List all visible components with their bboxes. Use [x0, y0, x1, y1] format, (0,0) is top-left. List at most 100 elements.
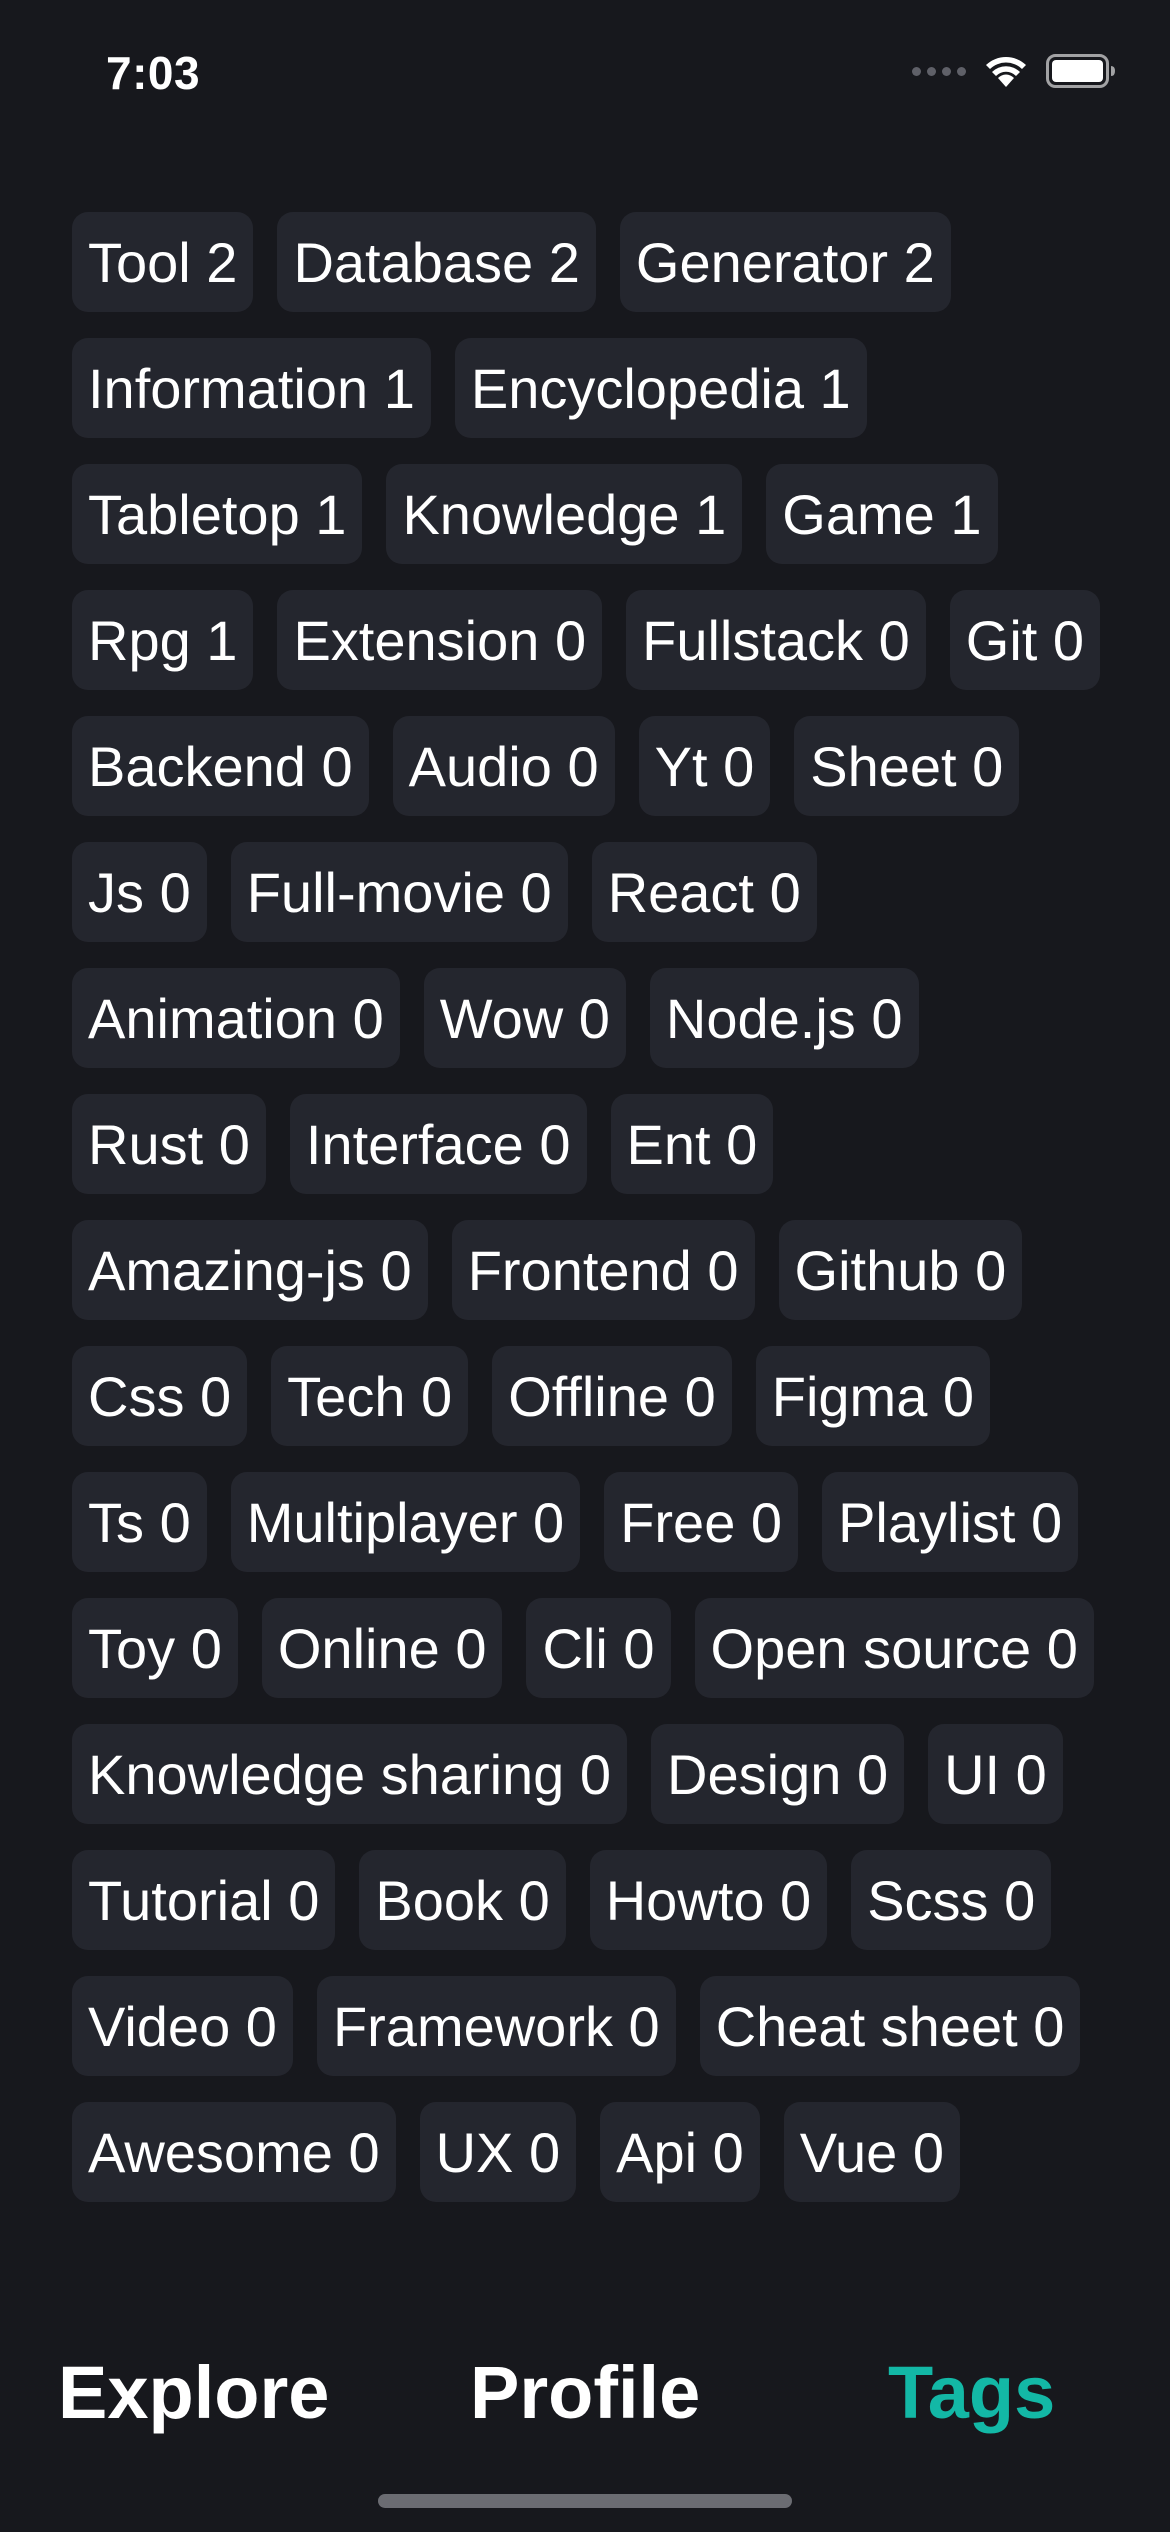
- tag-chip[interactable]: Interface 0: [289, 1094, 587, 1194]
- tag-chip[interactable]: Api 0: [600, 2102, 760, 2202]
- tag-label: Rpg: [88, 608, 191, 672]
- tag-label: Yt: [654, 734, 708, 798]
- tag-label: Scss: [867, 1868, 989, 1932]
- tag-chip[interactable]: Rpg 1: [72, 590, 254, 690]
- tag-chip[interactable]: Vue 0: [783, 2102, 961, 2202]
- tab-tags[interactable]: Tags: [888, 2350, 1055, 2435]
- tags-list[interactable]: Tool 2 Database 2 Generator 2 Information 1 Ency…: [72, 212, 1102, 2288]
- tag-label: Tool: [88, 230, 191, 294]
- tag-count: 0: [1015, 1742, 1047, 1806]
- tag-count: 0: [942, 1364, 975, 1428]
- tag-chip[interactable]: Generator 2: [619, 212, 951, 312]
- tag-count: 0: [623, 1616, 655, 1680]
- tag-label: UX: [435, 2120, 514, 2184]
- tag-chip[interactable]: Extension 0: [277, 590, 603, 690]
- tag-chip[interactable]: Tech 0: [271, 1346, 469, 1446]
- tag-label: Online: [277, 1616, 440, 1680]
- tag-chip[interactable]: Knowledge 1: [386, 464, 743, 564]
- tag-label: Extension: [293, 608, 540, 672]
- tag-chip[interactable]: Book 0: [359, 1850, 566, 1950]
- tag-chip[interactable]: Github 0: [778, 1220, 1023, 1320]
- tag-label: Knowledge: [402, 482, 680, 546]
- tag-chip[interactable]: Design 0: [651, 1724, 905, 1824]
- tag-count: 0: [1046, 1616, 1078, 1680]
- tag-label: Framework: [332, 1994, 613, 2058]
- tag-chip[interactable]: Ent 0: [610, 1094, 774, 1194]
- tag-count: 0: [200, 1364, 232, 1428]
- tag-chip[interactable]: Ts 0: [72, 1472, 207, 1572]
- tag-chip[interactable]: Database 2: [277, 212, 596, 312]
- tag-label: Open source: [710, 1616, 1032, 1680]
- tag-count: 0: [878, 608, 910, 672]
- tag-count: 0: [912, 2120, 945, 2184]
- status-time: 7:03: [106, 47, 201, 99]
- tag-chip[interactable]: Full-movie 0: [230, 842, 568, 942]
- tag-chip[interactable]: Encyclopedia 1: [454, 338, 867, 438]
- wifi-icon: [986, 57, 1026, 87]
- tag-chip[interactable]: Knowledge sharing 0: [72, 1724, 628, 1824]
- tag-count: 0: [455, 1616, 487, 1680]
- tag-chip[interactable]: Animation 0: [72, 968, 400, 1068]
- tag-chip[interactable]: Game 1: [766, 464, 998, 564]
- tag-chip[interactable]: Information 1: [72, 338, 431, 438]
- tag-label: Fullstack: [642, 608, 864, 672]
- tag-chip[interactable]: Backend 0: [72, 716, 369, 816]
- tag-chip[interactable]: Frontend 0: [451, 1220, 755, 1320]
- tag-chip[interactable]: Framework 0: [316, 1976, 676, 2076]
- tag-chip[interactable]: Tutorial 0: [72, 1850, 336, 1950]
- tag-label: Frontend: [467, 1238, 692, 1302]
- tag-chip[interactable]: Fullstack 0: [626, 590, 926, 690]
- tag-chip[interactable]: Amazing-js 0: [72, 1220, 428, 1320]
- tag-chip[interactable]: Open source 0: [694, 1598, 1094, 1698]
- tag-label: Database: [293, 230, 534, 294]
- tag-label: Information: [88, 356, 369, 420]
- tag-label: Amazing-js: [88, 1238, 365, 1302]
- tag-label: Node.js: [665, 986, 856, 1050]
- tag-chip[interactable]: Sheet 0: [794, 716, 1020, 816]
- tag-chip[interactable]: Audio 0: [392, 716, 615, 816]
- tag-chip[interactable]: UX 0: [419, 2102, 577, 2202]
- tag-label: Awesome: [88, 2120, 333, 2184]
- tag-count: 1: [206, 608, 238, 672]
- tag-label: Wow: [439, 986, 564, 1050]
- tag-chip[interactable]: Video 0: [72, 1976, 293, 2076]
- tag-chip[interactable]: Offline 0: [492, 1346, 732, 1446]
- tag-count: 0: [712, 2120, 744, 2184]
- tag-label: Api: [616, 2120, 698, 2184]
- tag-chip[interactable]: Howto 0: [589, 1850, 828, 1950]
- tag-chip[interactable]: Rust 0: [72, 1094, 266, 1194]
- tag-chip[interactable]: Git 0: [949, 590, 1101, 690]
- tag-chip[interactable]: Toy 0: [72, 1598, 238, 1698]
- home-indicator: [378, 2494, 792, 2508]
- tag-chip[interactable]: Scss 0: [851, 1850, 1052, 1950]
- tag-chip[interactable]: Node.js 0: [649, 968, 919, 1068]
- tag-chip[interactable]: Cheat sheet 0: [699, 1976, 1081, 2076]
- tag-chip[interactable]: Js 0: [72, 842, 207, 942]
- tag-chip[interactable]: Wow 0: [423, 968, 626, 1068]
- cellular-signal-icon: [912, 66, 966, 76]
- tag-label: React: [607, 860, 754, 924]
- tag-label: Interface: [305, 1112, 524, 1176]
- tag-count: 1: [950, 482, 982, 546]
- tag-chip[interactable]: Playlist 0: [822, 1472, 1079, 1572]
- tab-explore[interactable]: Explore: [58, 2350, 329, 2435]
- tab-profile[interactable]: Profile: [470, 2350, 700, 2435]
- tag-chip[interactable]: Free 0: [604, 1472, 799, 1572]
- tag-label: Toy: [88, 1616, 176, 1680]
- tag-chip[interactable]: Tool 2: [72, 212, 254, 312]
- tag-chip[interactable]: Multiplayer 0: [230, 1472, 581, 1572]
- tag-chip[interactable]: Tabletop 1: [72, 464, 363, 564]
- battery-icon: [1046, 54, 1115, 88]
- tag-chip[interactable]: Cli 0: [526, 1598, 671, 1698]
- tag-chip[interactable]: UI 0: [928, 1724, 1063, 1824]
- tag-chip[interactable]: Online 0: [261, 1598, 503, 1698]
- tag-chip[interactable]: Figma 0: [755, 1346, 991, 1446]
- tag-label: Offline: [508, 1364, 670, 1428]
- tag-count: 0: [972, 734, 1004, 798]
- tag-label: Design: [667, 1742, 842, 1806]
- tag-chip[interactable]: Yt 0: [638, 716, 771, 816]
- tag-count: 0: [567, 734, 599, 798]
- tag-chip[interactable]: React 0: [591, 842, 817, 942]
- tag-chip[interactable]: Awesome 0: [72, 2102, 396, 2202]
- tag-chip[interactable]: Css 0: [72, 1346, 248, 1446]
